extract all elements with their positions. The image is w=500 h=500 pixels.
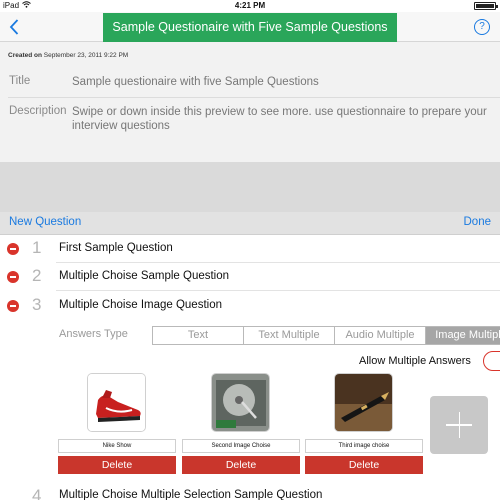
questions-toolbar: New Question Done [0, 212, 500, 235]
question-row[interactable]: 1 First Sample Question [0, 235, 500, 263]
answers-type-label: Answers Type [59, 328, 128, 340]
description-value[interactable]: Swipe or down inside this preview to see… [72, 105, 490, 133]
answers-type-segmented-control: Text Text Multiple Audio Multiple Image … [152, 326, 500, 345]
sneaker-image[interactable] [87, 373, 146, 432]
question-row[interactable]: 3 Multiple Choise Image Question [0, 292, 500, 320]
segment-image-multiple[interactable]: Image Multiple [426, 327, 500, 344]
question-row[interactable]: 4 Multiple Choise Multiple Selection Sam… [0, 484, 500, 500]
question-row[interactable]: 2 Multiple Choise Sample Question [0, 263, 500, 291]
questionnaire-details: Created on September 23, 2011 9:22 PM Ti… [0, 42, 500, 162]
help-button[interactable]: ? [474, 19, 490, 35]
question-number: 2 [32, 266, 42, 285]
image-caption-field[interactable]: Nike Show [58, 439, 176, 453]
divider [56, 290, 500, 291]
question-text: Multiple Choise Multiple Selection Sampl… [59, 489, 323, 500]
allow-multiple-answers-label: Allow Multiple Answers [359, 355, 471, 367]
description-label: Description [9, 105, 67, 117]
delete-circle-icon[interactable] [7, 271, 19, 283]
segment-text-multiple[interactable]: Text Multiple [244, 327, 335, 344]
status-bar: iPad 4:21 PM [0, 0, 500, 12]
battery-icon [474, 2, 498, 10]
question-number: 4 [32, 486, 42, 500]
question-text: Multiple Choise Image Question [59, 299, 222, 311]
delete-button[interactable]: Delete [58, 456, 176, 474]
question-text: First Sample Question [59, 242, 173, 254]
description-field-row[interactable]: Description Swipe or down inside this pr… [0, 105, 500, 139]
navigation-bar: Sample Questionaire with Five Sample Que… [0, 12, 500, 42]
created-date: Created on September 23, 2011 9:22 PM [8, 52, 128, 59]
delete-circle-icon[interactable] [7, 243, 19, 255]
chevron-left-icon [9, 19, 19, 35]
delete-button[interactable]: Delete [182, 456, 300, 474]
delete-button[interactable]: Delete [305, 456, 423, 474]
add-image-button[interactable] [430, 396, 488, 454]
image-caption-field[interactable]: Third image choise [305, 439, 423, 453]
allow-multiple-answers-toggle[interactable] [483, 351, 500, 371]
section-spacer [0, 162, 500, 212]
delete-circle-icon[interactable] [7, 300, 19, 312]
image-caption-field[interactable]: Second Image Choise [182, 439, 300, 453]
fountain-pen-image[interactable] [334, 373, 393, 432]
done-button[interactable]: Done [464, 216, 492, 228]
divider [8, 97, 500, 98]
created-label: Created on [8, 52, 42, 59]
back-button[interactable] [6, 16, 24, 38]
segment-text[interactable]: Text [153, 327, 244, 344]
new-question-button[interactable]: New Question [9, 216, 81, 228]
question-number: 3 [32, 295, 42, 314]
title-field-row[interactable]: Title Sample questionaire with five Samp… [0, 75, 500, 103]
title-label: Title [9, 75, 31, 87]
title-value[interactable]: Sample questionaire with five Sample Que… [72, 75, 490, 89]
page-title: Sample Questionaire with Five Sample Que… [103, 13, 397, 42]
segment-audio-multiple[interactable]: Audio Multiple [335, 327, 426, 344]
question-number: 1 [32, 238, 42, 257]
created-value: September 23, 2011 9:22 PM [43, 52, 129, 59]
question-text: Multiple Choise Sample Question [59, 270, 230, 282]
clock: 4:21 PM [234, 1, 266, 10]
hard-drive-image[interactable] [211, 373, 270, 432]
